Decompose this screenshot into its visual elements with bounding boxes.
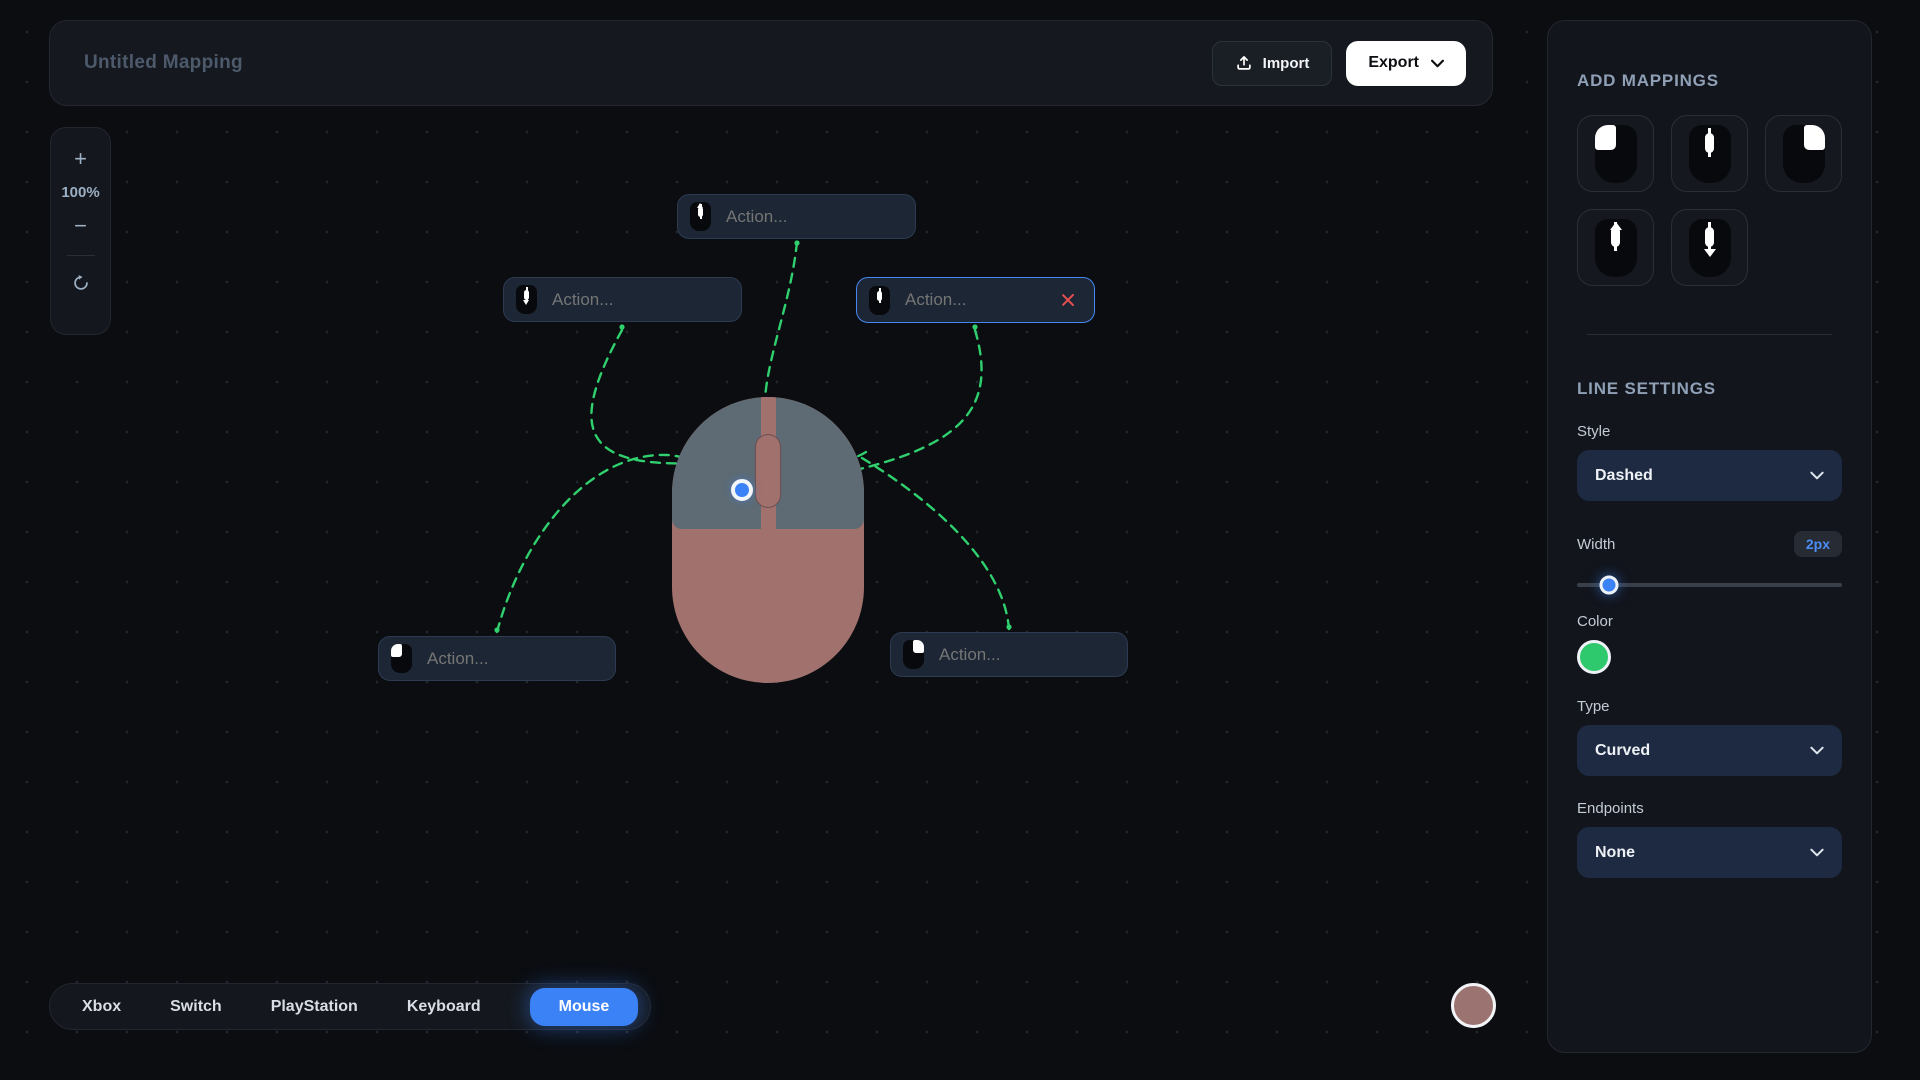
mouse-scroll-up-icon xyxy=(690,202,711,231)
action-node-top[interactable] xyxy=(677,194,916,239)
type-select[interactable]: Curved xyxy=(1577,725,1842,776)
mouse-scroll-up-icon xyxy=(1595,219,1637,277)
style-label: Style xyxy=(1577,423,1842,440)
type-value: Curved xyxy=(1595,742,1650,760)
tab-xbox[interactable]: Xbox xyxy=(82,998,121,1016)
mouse-middle-click-icon xyxy=(869,286,890,315)
mouse-right-click-icon xyxy=(1783,125,1825,183)
upload-icon xyxy=(1235,54,1253,72)
mouse-scroll-down-icon xyxy=(1689,219,1731,277)
mouse-wheel xyxy=(755,434,781,508)
add-mappings-title: ADD MAPPINGS xyxy=(1577,71,1842,91)
zoom-panel: + 100% − xyxy=(50,127,111,335)
tab-playstation[interactable]: PlayStation xyxy=(271,998,358,1016)
connector-dot xyxy=(794,240,799,245)
zoom-in-button[interactable]: + xyxy=(64,142,97,176)
action-input[interactable] xyxy=(726,207,903,227)
action-node-bottom-right[interactable] xyxy=(890,632,1128,677)
add-left-click-button[interactable] xyxy=(1577,115,1654,192)
color-label: Color xyxy=(1577,613,1842,630)
avatar[interactable] xyxy=(1451,983,1496,1028)
connector-dot xyxy=(494,627,499,632)
action-input[interactable] xyxy=(905,290,1045,310)
mouse-left-click-icon xyxy=(1595,125,1637,183)
export-button[interactable]: Export xyxy=(1346,41,1466,86)
width-value-badge: 2px xyxy=(1794,531,1842,557)
style-select[interactable]: Dashed xyxy=(1577,450,1842,501)
width-slider-thumb[interactable] xyxy=(1599,576,1618,595)
import-label: Import xyxy=(1263,55,1310,72)
action-input[interactable] xyxy=(427,649,603,669)
tab-keyboard[interactable]: Keyboard xyxy=(407,998,481,1016)
mapping-app: { "header": { "title": "Untitled Mapping… xyxy=(0,0,1920,1080)
reset-icon xyxy=(72,274,90,292)
mouse-device-figure xyxy=(672,397,864,683)
add-scroll-down-button[interactable] xyxy=(1671,209,1748,286)
add-middle-click-button[interactable] xyxy=(1671,115,1748,192)
mouse-scroll-down-icon xyxy=(516,285,537,314)
mouse-right-click-icon xyxy=(903,640,924,669)
title-bar: Import Export xyxy=(49,20,1493,106)
topbar-actions: Import Export xyxy=(1212,41,1466,86)
import-button[interactable]: Import xyxy=(1212,41,1333,86)
connector-dot xyxy=(1006,624,1011,629)
action-node-bottom-left[interactable] xyxy=(378,636,616,681)
line-settings-title: LINE SETTINGS xyxy=(1577,379,1842,399)
add-right-click-button[interactable] xyxy=(1765,115,1842,192)
endpoints-value: None xyxy=(1595,844,1635,862)
chevron-down-icon xyxy=(1431,59,1444,68)
endpoints-label: Endpoints xyxy=(1577,800,1842,817)
add-scroll-up-button[interactable] xyxy=(1577,209,1654,286)
style-value: Dashed xyxy=(1595,467,1653,485)
connection-point-handle[interactable] xyxy=(731,479,753,501)
connector-dot xyxy=(619,324,624,329)
action-node-right-selected[interactable] xyxy=(856,277,1095,323)
action-input[interactable] xyxy=(939,645,1115,665)
action-node-left[interactable] xyxy=(503,277,742,322)
chevron-down-icon xyxy=(1810,471,1824,480)
divider xyxy=(1587,334,1832,335)
chevron-down-icon xyxy=(1810,746,1824,755)
type-label: Type xyxy=(1577,698,1842,715)
mapping-title-input[interactable] xyxy=(84,52,504,74)
mouse-left-click-icon xyxy=(391,644,412,673)
zoom-out-button[interactable]: − xyxy=(64,209,97,243)
chevron-down-icon xyxy=(1810,848,1824,857)
width-slider-track[interactable] xyxy=(1577,583,1842,587)
settings-sidebar: ADD MAPPINGS LINE SETTINGS Style Dashed … xyxy=(1547,20,1872,1053)
divider xyxy=(67,255,95,256)
connector-dot xyxy=(972,324,977,329)
export-label: Export xyxy=(1368,54,1419,72)
color-swatch[interactable] xyxy=(1577,640,1611,674)
device-tab-bar: Xbox Switch PlayStation Keyboard Mouse xyxy=(49,983,651,1030)
mouse-middle-click-icon xyxy=(1689,125,1731,183)
tab-mouse[interactable]: Mouse xyxy=(530,988,639,1026)
zoom-level: 100% xyxy=(61,184,99,201)
width-label: Width xyxy=(1577,536,1615,553)
connection-bottom-right-node xyxy=(862,458,1009,629)
mapping-grid xyxy=(1577,115,1842,286)
tab-switch[interactable]: Switch xyxy=(170,998,222,1016)
zoom-reset-button[interactable] xyxy=(62,268,100,298)
action-input[interactable] xyxy=(552,290,729,310)
endpoints-select[interactable]: None xyxy=(1577,827,1842,878)
delete-node-icon[interactable] xyxy=(1060,292,1076,308)
